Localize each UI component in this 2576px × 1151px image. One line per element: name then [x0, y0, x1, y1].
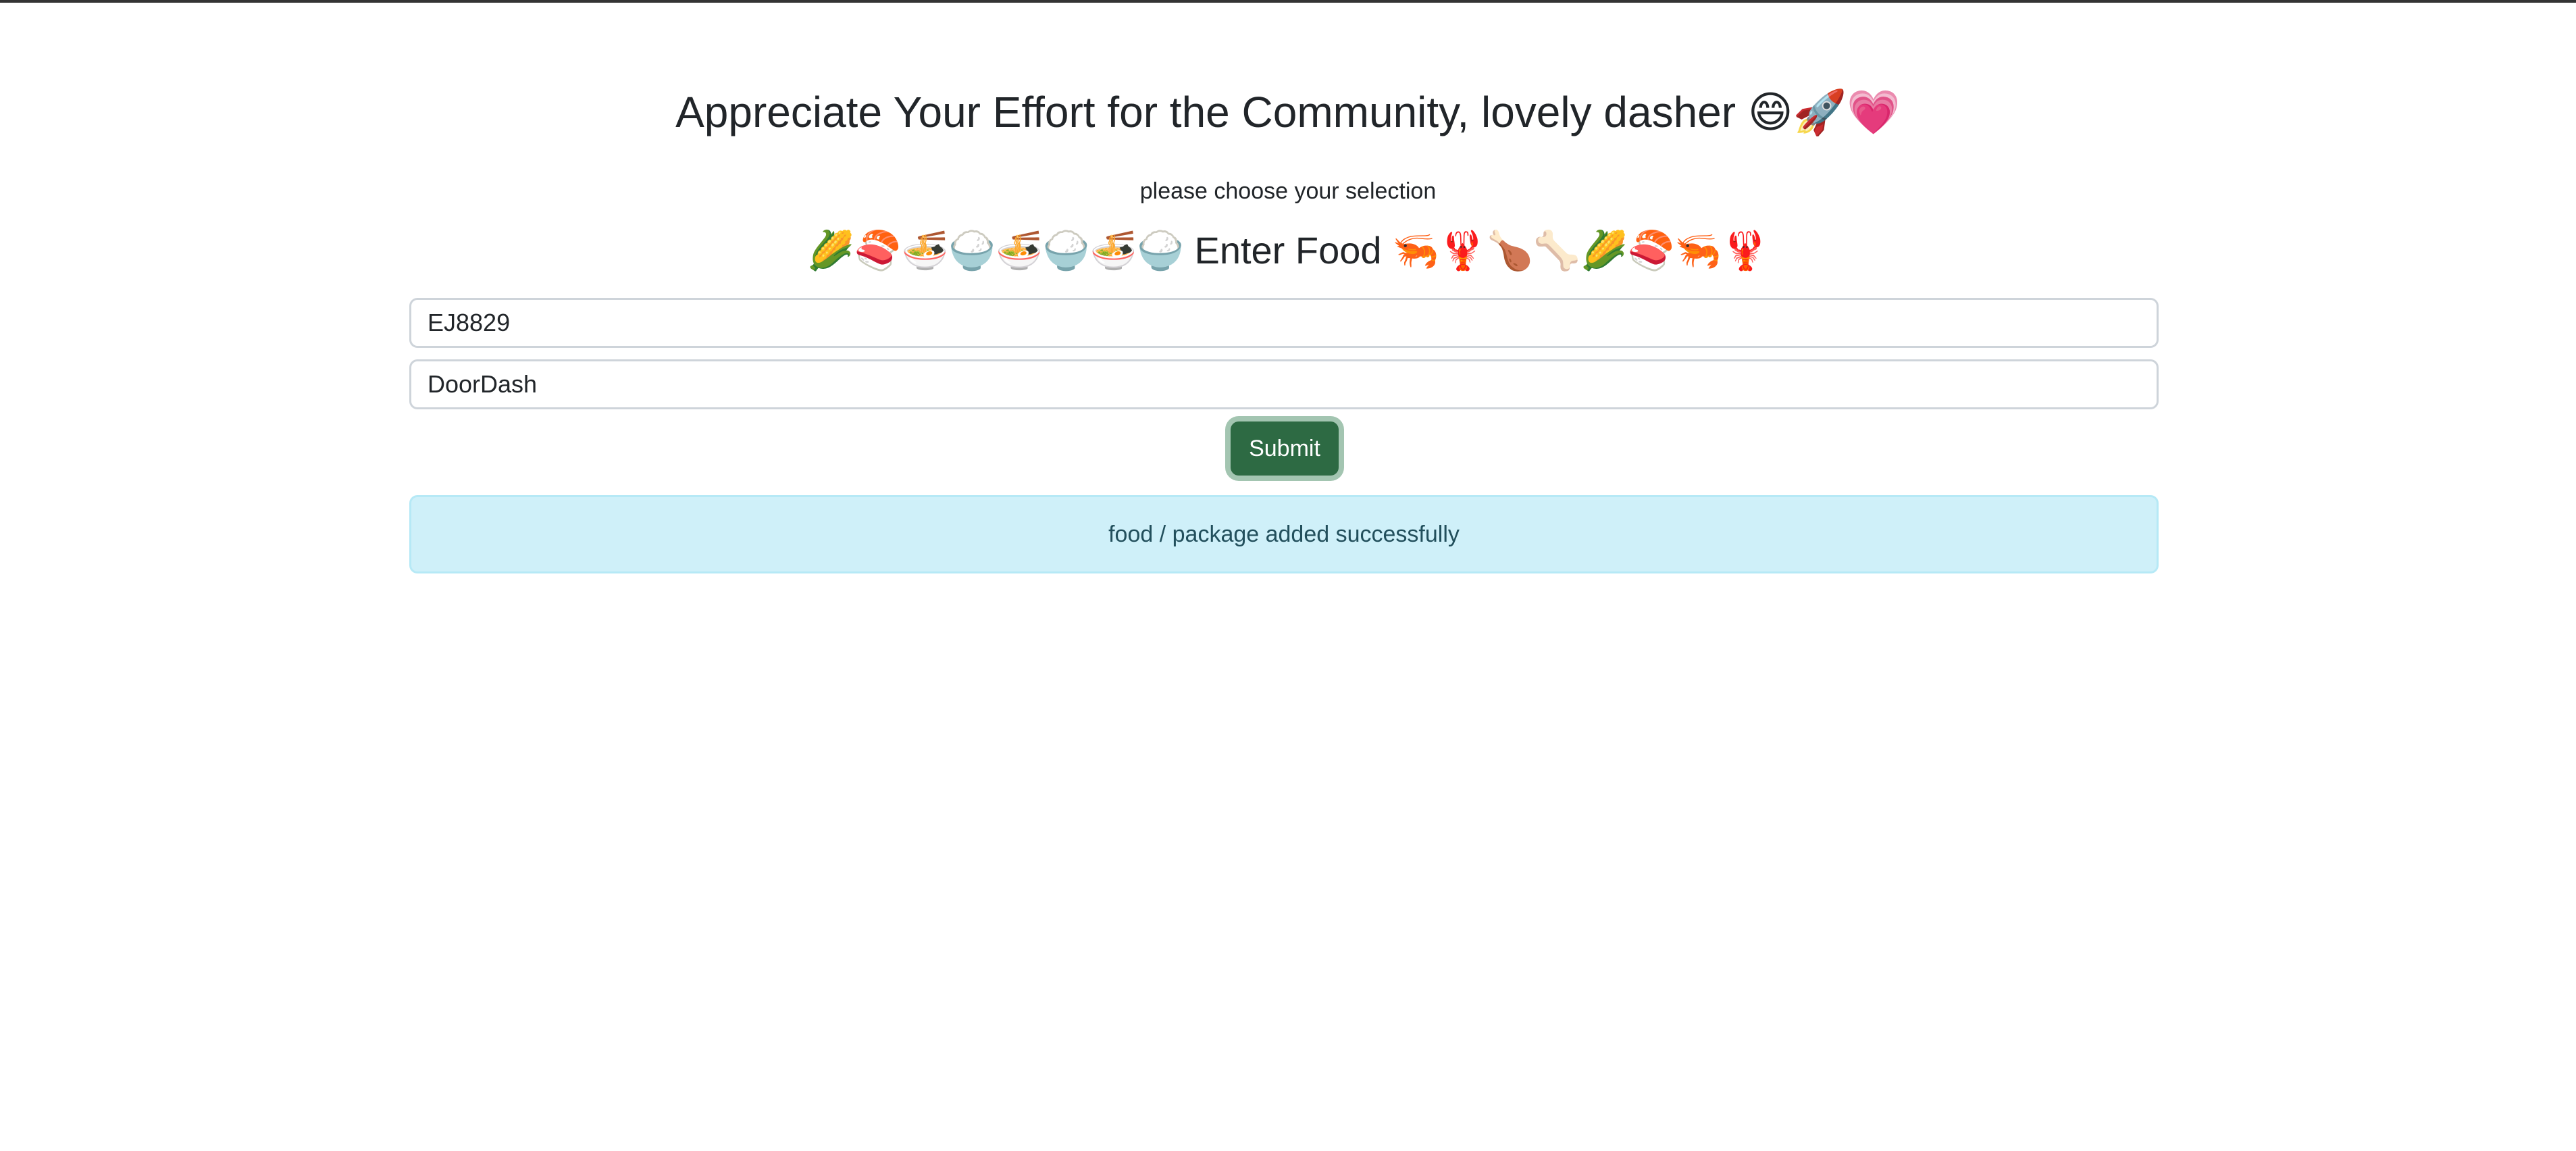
service-input[interactable]	[409, 359, 2159, 409]
code-input[interactable]	[409, 298, 2159, 348]
page-title: Appreciate Your Effort for the Community…	[675, 88, 1901, 136]
submit-button[interactable]: Submit	[1231, 421, 1339, 476]
enter-food-heading: 🌽🍣🍜🍚🍜🍚🍜🍚 Enter Food 🦐🦞🍗🦴🌽🍣🦐🦞	[807, 229, 1769, 272]
alert-message: food / package added successfully	[1108, 521, 1460, 547]
selection-prompt: please choose your selection	[1139, 178, 1437, 204]
success-alert: food / package added successfully	[409, 495, 2159, 573]
